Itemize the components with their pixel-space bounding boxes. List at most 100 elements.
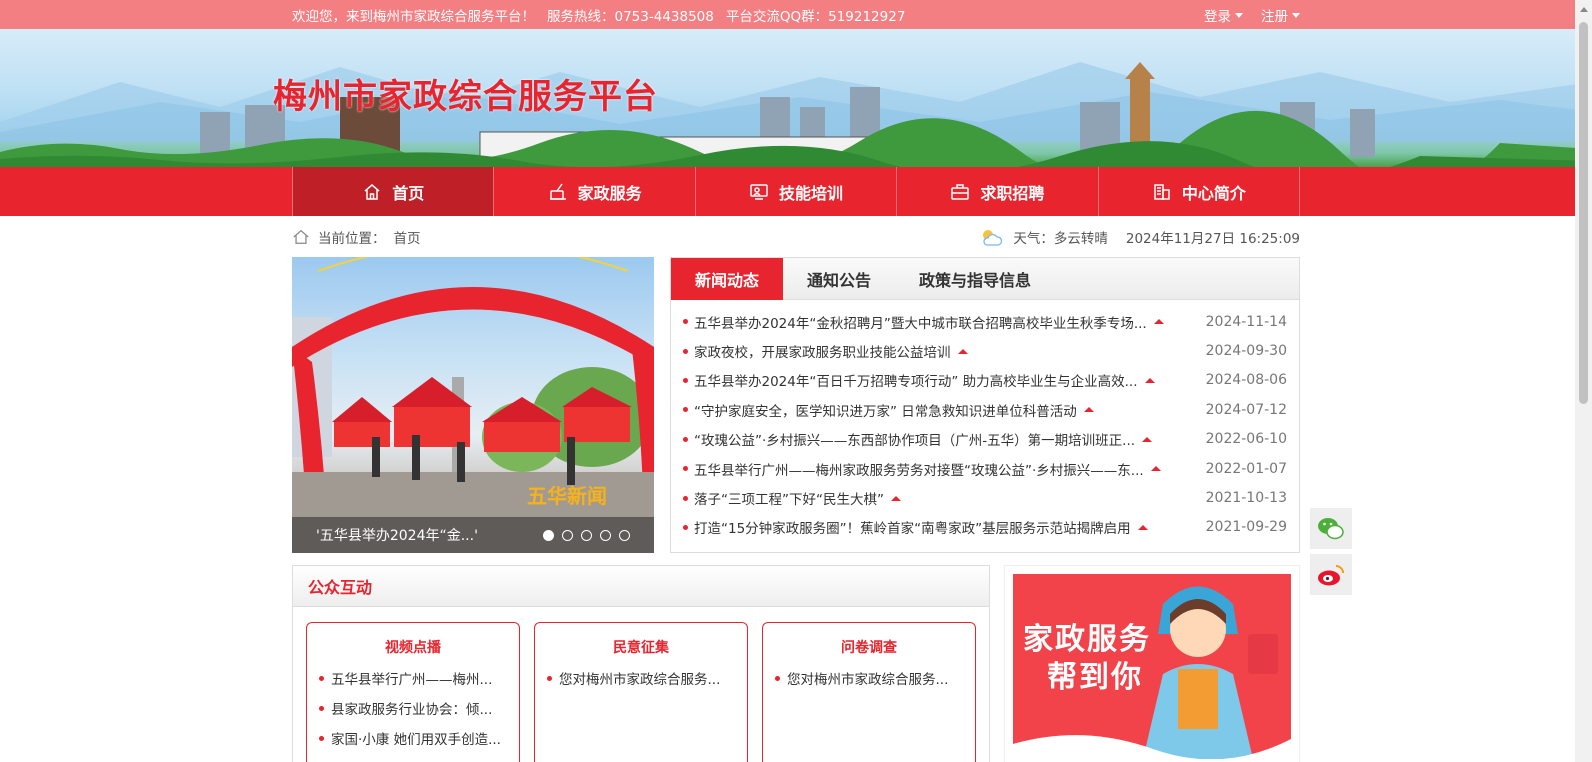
site-title: 梅州市家政综合服务平台 [273, 77, 658, 117]
video-column: 视频点播 五华县举行广州——梅州... 县家政服务行业协会：倾... 家国·小康… [306, 622, 520, 762]
welcome-text: 欢迎您，来到梅州市家政综合服务平台！ 服务热线：0753-4438508 平台交流Q… [292, 5, 917, 25]
slider-dots [543, 529, 630, 541]
news-link[interactable]: “守护家庭安全，医学知识进万家” 日常急救知识进单位科普活动 [683, 400, 1095, 420]
cloudy-sun-icon [983, 229, 1003, 246]
tab-notices[interactable]: 通知公告 [783, 258, 895, 300]
news-date: 2024-09-30 [1205, 343, 1287, 360]
floating-social-bar [1310, 508, 1352, 600]
list-item: 五华县举行广州——梅州家政服务劳务对接暨“玫瑰公益”·乡村振兴——东... 202… [683, 454, 1287, 483]
nav-item-training[interactable]: 技能培训 [696, 167, 898, 216]
section-title: 公众互动 [293, 566, 989, 607]
building-icon [1154, 183, 1170, 200]
new-badge-icon [1153, 319, 1164, 325]
nav-label: 首页 [392, 183, 425, 203]
news-link[interactable]: 五华县举办2024年“金秋招聘月”暨大中城市联合招聘高校毕业生秋季专场... [683, 312, 1165, 332]
breadcrumb-label: 当前位置： [318, 230, 386, 247]
weather-datetime: 天气：多云转晴 2024年11月27日 16:25:09 [979, 227, 1300, 247]
news-image-slider[interactable]: 五华新闻 '五华县举办2024年“金...' [292, 257, 654, 553]
news-link[interactable]: 家政夜校，开展家政服务职业技能公益培训 [683, 341, 969, 361]
nav-item-jobs[interactable]: 求职招聘 [897, 167, 1099, 216]
list-item: 家政夜校，开展家政服务职业技能公益培训 2024-09-30 [683, 336, 1287, 365]
column-title[interactable]: 民意征集 [547, 637, 735, 657]
hotline: 服务热线：0753-4438508 [547, 8, 714, 25]
qq-group: 平台交流QQ群：519212927 [725, 8, 906, 25]
news-date: 2024-07-12 [1205, 401, 1287, 418]
news-date: 2024-08-06 [1205, 372, 1287, 389]
wechat-button[interactable] [1310, 508, 1352, 549]
news-link[interactable]: 五华县举行广州——梅州家政服务劳务对接暨“玫瑰公益”·乡村振兴——东... [683, 459, 1162, 479]
news-date: 2021-10-13 [1205, 490, 1287, 507]
news-tabs: 新闻动态 通知公告 政策与指导信息 [671, 258, 1299, 300]
slider-dot-2[interactable] [562, 529, 573, 541]
nav-item-about[interactable]: 中心简介 [1099, 167, 1301, 216]
new-badge-icon [1142, 436, 1153, 442]
news-panel: 新闻动态 通知公告 政策与指导信息 五华县举办2024年“金秋招聘月”暨大中城市… [670, 257, 1300, 553]
column-title[interactable]: 问卷调查 [775, 637, 963, 657]
news-date: 2024-11-14 [1205, 313, 1287, 330]
list-item: 落子“三项工程”下好“民生大棋” 2021-10-13 [683, 483, 1287, 512]
slider-caption[interactable]: '五华县举办2024年“金...' [292, 517, 654, 553]
news-link[interactable]: “玫瑰公益”·乡村振兴——东西部协作项目（广州-五华）第一期培训班正... [683, 429, 1153, 449]
weibo-icon [1318, 564, 1344, 585]
new-badge-icon [1083, 407, 1094, 413]
nav-item-housekeeping[interactable]: 家政服务 [494, 167, 696, 216]
list-item: 五华县举办2024年“金秋招聘月”暨大中城市联合招聘高校毕业生秋季专场... 20… [683, 307, 1287, 336]
login-dropdown[interactable]: 登录 [1204, 5, 1243, 25]
header-banner: 梅州市家政综合服务平台 [0, 29, 1592, 167]
home-outline-icon [293, 229, 309, 244]
scrollbar-thumb[interactable] [1579, 22, 1588, 404]
list-item: “玫瑰公益”·乡村振兴——东西部协作项目（广州-五华）第一期培训班正... 202… [683, 425, 1287, 454]
welcome-message: 欢迎您，来到梅州市家政综合服务平台！ [292, 8, 535, 25]
news-date: 2022-06-10 [1205, 431, 1287, 448]
slider-photo: 五华新闻 [292, 257, 654, 553]
top-bar: 欢迎您，来到梅州市家政综合服务平台！ 服务热线：0753-4438508 平台交流Q… [0, 0, 1592, 29]
list-item[interactable]: 您对梅州市家政综合服务... [547, 663, 735, 693]
public-interaction-panel: 公众互动 视频点播 五华县举行广州——梅州... 县家政服务行业协会：倾... … [292, 565, 990, 762]
nav-item-home[interactable]: 首页 [293, 167, 495, 216]
new-badge-icon [890, 495, 901, 501]
news-date: 2021-09-29 [1205, 519, 1287, 536]
list-item[interactable]: 您对梅州市家政综合服务... [775, 663, 963, 693]
weather: 天气：多云转晴 [1013, 230, 1108, 247]
register-dropdown[interactable]: 注册 [1261, 5, 1300, 25]
list-item: 打造“15分钟家政服务圈”！蕉岭首家“南粤家政”基层服务示范站揭牌启用 2021-… [683, 513, 1287, 542]
news-link[interactable]: 打造“15分钟家政服务圈”！蕉岭首家“南粤家政”基层服务示范站揭牌启用 [683, 517, 1149, 537]
opinion-column: 民意征集 您对梅州市家政综合服务... [534, 622, 748, 762]
new-badge-icon [1144, 377, 1155, 383]
promo-banner[interactable]: 家政服务 帮到你 [1004, 565, 1300, 762]
news-list: 五华县举办2024年“金秋招聘月”暨大中城市联合招聘高校毕业生秋季专场... 20… [671, 300, 1299, 542]
main-nav: 首页 家政服务 技能培训 求职招聘 中心简介 [0, 167, 1592, 216]
nav-label: 求职招聘 [980, 183, 1045, 203]
list-item[interactable]: 五华县举行广州——梅州... [319, 663, 507, 693]
list-item: 五华县举办2024年“百日千万招聘专项行动” 助力高校毕业生与企业高效... 20… [683, 366, 1287, 395]
breadcrumb-bar: 当前位置： 首页 天气：多云转晴 2024年11月27日 16:25:09 [292, 216, 1300, 257]
auth-links: 登录 注册 [1204, 5, 1300, 25]
tab-news[interactable]: 新闻动态 [671, 258, 784, 300]
cleaning-icon [549, 183, 566, 200]
slider-dot-4[interactable] [600, 529, 611, 541]
home-icon [364, 183, 380, 200]
training-icon [750, 183, 768, 200]
slider-dot-5[interactable] [619, 529, 630, 541]
list-item[interactable]: 县家政服务行业协会：倾... [319, 693, 507, 723]
page-scrollbar[interactable] [1575, 0, 1592, 762]
new-badge-icon [957, 348, 968, 354]
breadcrumb-current[interactable]: 首页 [394, 227, 421, 247]
news-link[interactable]: 五华县举办2024年“百日千万招聘专项行动” 助力高校毕业生与企业高效... [683, 370, 1156, 390]
tab-policy[interactable]: 政策与指导信息 [895, 258, 1055, 300]
slider-caption-text: '五华县举办2024年“金...' [316, 528, 478, 544]
nav-label: 中心简介 [1181, 183, 1246, 203]
nav-label: 家政服务 [577, 183, 642, 203]
city-skyline-illustration [0, 62, 1592, 167]
new-badge-icon [1137, 524, 1148, 530]
column-title[interactable]: 视频点播 [319, 637, 507, 657]
news-link[interactable]: 落子“三项工程”下好“民生大棋” [683, 488, 902, 508]
nav-label: 技能培训 [779, 183, 844, 203]
list-item[interactable]: 家国·小康 她们用双手创造... [319, 723, 507, 753]
list-item: “守护家庭安全，医学知识进万家” 日常急救知识进单位科普活动 2024-07-12 [683, 395, 1287, 424]
slider-watermark: 五华新闻 [527, 484, 607, 508]
slider-dot-3[interactable] [581, 529, 592, 541]
weibo-button[interactable] [1310, 554, 1352, 595]
slider-dot-1[interactable] [543, 529, 554, 541]
scroll-up-icon[interactable] [1575, 0, 1592, 17]
